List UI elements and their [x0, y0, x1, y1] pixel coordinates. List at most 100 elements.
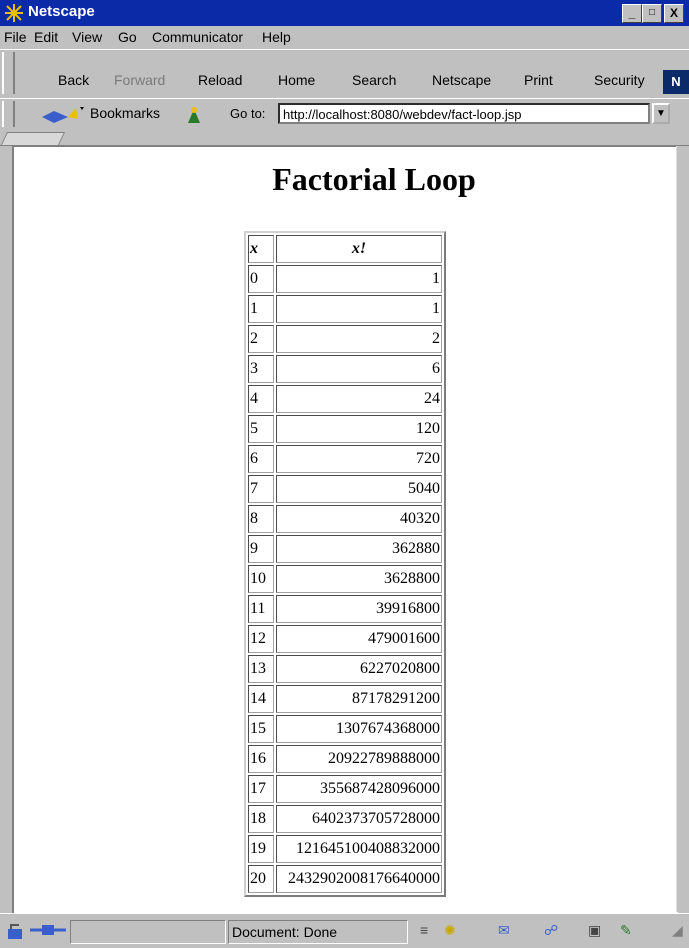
bookmarks-label[interactable]: Bookmarks — [90, 105, 160, 121]
cell-x: 5 — [248, 415, 274, 443]
toolbar-grip[interactable] — [2, 52, 15, 94]
menu-edit[interactable]: Edit — [34, 29, 58, 45]
cell-x: 2 — [248, 325, 274, 353]
table-row: 4 24 — [248, 385, 442, 413]
cell-x: 9 — [248, 535, 274, 563]
factorial-table: x x! 01 11 22 36 4 24 5 120 6 720 7 5040 8 40… — [244, 231, 446, 897]
menu-help[interactable]: Help — [262, 29, 291, 45]
menu-file[interactable]: File — [4, 29, 27, 45]
url-dropdown-icon[interactable]: ▼ — [652, 103, 670, 124]
table-row: 11 39916800 — [248, 595, 442, 623]
location-icon[interactable] — [184, 105, 204, 125]
cell-x: 4 — [248, 385, 274, 413]
table-row: 19 121645100408832000 — [248, 835, 442, 863]
cell-x: 3 — [248, 355, 274, 383]
address-book-icon[interactable]: ▣ — [588, 922, 601, 939]
reload-button[interactable]: Reload — [198, 72, 242, 88]
table-row: 13 6227020800 — [248, 655, 442, 683]
cell-x: 19 — [248, 835, 274, 863]
cell-factorial: 20922789888000 — [276, 745, 442, 773]
table-row: 16 20922789888000 — [248, 745, 442, 773]
close-button[interactable]: X — [664, 4, 684, 23]
cell-factorial: 87178291200 — [276, 685, 442, 713]
netscape-logo-icon — [5, 4, 23, 22]
menu-communicator[interactable]: Communicator — [152, 29, 243, 45]
table-body: 01 11 22 36 4 24 5 120 6 720 7 5040 8 40320 9… — [248, 265, 442, 893]
table-row: 36 — [248, 355, 442, 383]
cell-factorial: 5040 — [276, 475, 442, 503]
table-row: 22 — [248, 325, 442, 353]
cell-factorial: 355687428096000 — [276, 775, 442, 803]
cell-factorial: 720 — [276, 445, 442, 473]
cell-x: 11 — [248, 595, 274, 623]
back-button[interactable]: Back — [58, 72, 89, 88]
title-bar[interactable]: Netscape _ □ X — [0, 0, 689, 26]
table-row: 14 87178291200 — [248, 685, 442, 713]
print-button[interactable]: Print — [524, 72, 553, 88]
cell-x: 20 — [248, 865, 274, 893]
location-grip[interactable] — [2, 101, 15, 127]
maximize-button[interactable]: □ — [642, 4, 662, 23]
cell-factorial: 6402373705728000 — [276, 805, 442, 833]
cell-factorial: 362880 — [276, 535, 442, 563]
cell-factorial: 3628800 — [276, 565, 442, 593]
security-lock-icon[interactable] — [6, 922, 28, 940]
menu-go[interactable]: Go — [118, 29, 137, 45]
menu-view[interactable]: View — [72, 29, 102, 45]
component-bar-grip-icon[interactable]: ≡ — [420, 922, 428, 938]
search-button[interactable]: Search — [352, 72, 396, 88]
cell-factorial: 120 — [276, 415, 442, 443]
url-input[interactable]: http://localhost:8080/webdev/fact-loop.j… — [278, 103, 650, 124]
cell-factorial: 1 — [276, 265, 442, 293]
vertical-scrollbar[interactable] — [676, 146, 689, 912]
window-title: Netscape — [28, 3, 95, 20]
menu-bar: File Edit View Go Communicator Help — [0, 26, 689, 48]
cell-factorial: 479001600 — [276, 625, 442, 653]
cell-x: 14 — [248, 685, 274, 713]
cell-x: 15 — [248, 715, 274, 743]
composer-icon[interactable]: ✎ — [620, 922, 632, 939]
cell-x: 16 — [248, 745, 274, 773]
collapsed-toolbar-tab[interactable] — [0, 132, 66, 145]
netscape-button[interactable]: Netscape — [432, 72, 491, 88]
cell-factorial: 1 — [276, 295, 442, 323]
cell-x: 6 — [248, 445, 274, 473]
status-text: Document: Done — [232, 924, 338, 940]
table-row: 20 2432902008176640000 — [248, 865, 442, 893]
resize-grip-icon[interactable]: ◢ — [672, 922, 683, 939]
page-content: Factorial Loop x x! 01 11 22 36 4 24 5 120… — [12, 146, 678, 913]
browser-window: Netscape _ □ X File Edit View Go Communi… — [0, 0, 689, 948]
cell-factorial: 1307674368000 — [276, 715, 442, 743]
minimize-button[interactable]: _ — [622, 4, 642, 23]
table-row: 18 6402373705728000 — [248, 805, 442, 833]
location-toolbar: Bookmarks Go to: http://localhost:8080/w… — [0, 98, 689, 132]
table-row: 01 — [248, 265, 442, 293]
cell-x: 8 — [248, 505, 274, 533]
table-row: 17 355687428096000 — [248, 775, 442, 803]
cell-x: 10 — [248, 565, 274, 593]
header-factorial: x! — [276, 235, 442, 263]
forward-button[interactable]: Forward — [114, 72, 165, 88]
cell-x: 18 — [248, 805, 274, 833]
table-row: 9 362880 — [248, 535, 442, 563]
status-bar: Document: Done ≡ ✺ ✉ ☍ ▣ ✎ ◢ — [0, 913, 689, 948]
table-row: 6 720 — [248, 445, 442, 473]
navigator-icon[interactable]: ✺ — [444, 922, 456, 939]
table-row: 12 479001600 — [248, 625, 442, 653]
netscape-throbber-icon[interactable]: N — [663, 70, 689, 94]
cell-x: 7 — [248, 475, 274, 503]
home-button[interactable]: Home — [278, 72, 315, 88]
cell-factorial: 2 — [276, 325, 442, 353]
bookmarks-icon[interactable] — [40, 105, 84, 125]
table-header-row: x x! — [248, 235, 442, 263]
newsgroups-icon[interactable]: ☍ — [544, 922, 558, 939]
security-button[interactable]: Security — [594, 72, 645, 88]
cell-factorial: 24 — [276, 385, 442, 413]
table-row: 8 40320 — [248, 505, 442, 533]
goto-label: Go to: — [230, 106, 266, 121]
cell-factorial: 2432902008176640000 — [276, 865, 442, 893]
mail-icon[interactable]: ✉ — [498, 922, 510, 939]
table-row: 10 3628800 — [248, 565, 442, 593]
table-row: 11 — [248, 295, 442, 323]
cell-factorial: 6227020800 — [276, 655, 442, 683]
